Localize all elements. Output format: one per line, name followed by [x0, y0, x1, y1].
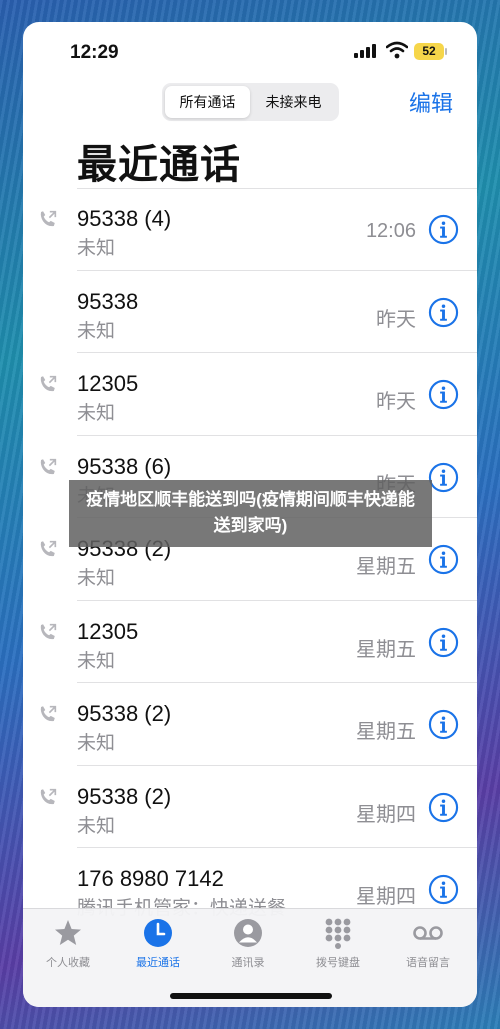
caption-text: 疫情地区顺丰能送到吗(疫情期间顺丰快递能送到家吗): [86, 490, 415, 535]
tab-voicemail[interactable]: 语音留言: [383, 917, 473, 970]
call-name: 95338 (2): [77, 783, 172, 809]
contacts-icon: [234, 919, 262, 947]
edit-button[interactable]: 编辑: [409, 86, 453, 118]
info-icon[interactable]: [428, 462, 459, 493]
segment-missed-calls[interactable]: 未接来电: [251, 86, 336, 118]
call-time: 星期四: [356, 886, 416, 908]
call-time: 星期五: [356, 721, 416, 743]
recent-calls-list: 95338 (4) 未知 12:06 95338 未知 昨天 12305 未知 …: [23, 188, 477, 931]
battery-icon: 52: [414, 43, 444, 60]
call-subtitle: 未知: [77, 568, 116, 589]
info-icon[interactable]: [428, 874, 459, 905]
call-time: 12:06: [365, 220, 416, 242]
battery-nub: [445, 48, 447, 55]
info-icon[interactable]: [428, 214, 459, 245]
keypad-icon: [325, 918, 351, 949]
outgoing-call-icon: [40, 458, 57, 474]
wifi-icon: [386, 41, 408, 59]
status-time: 12:29: [70, 42, 119, 63]
call-time: 昨天: [376, 391, 416, 413]
call-time: 星期五: [356, 638, 416, 661]
outgoing-call-icon: [40, 623, 57, 639]
call-subtitle: 未知: [77, 403, 116, 424]
call-row[interactable]: 95338 (2) 未知 星期五: [23, 683, 477, 766]
signal-icon: [354, 44, 376, 58]
call-row[interactable]: 95338 未知 昨天: [23, 271, 477, 353]
clock-icon: [144, 919, 172, 947]
caption-overlay: 疫情地区顺丰能送到吗(疫情期间顺丰快递能送到家吗): [69, 480, 432, 547]
call-row[interactable]: 12305 未知 星期五: [23, 601, 477, 683]
call-time: 昨天: [376, 308, 416, 331]
info-icon[interactable]: [428, 297, 459, 328]
call-row[interactable]: 95338 (4) 未知 12:06: [23, 188, 477, 271]
outgoing-call-icon: [40, 540, 57, 557]
call-subtitle: 未知: [77, 320, 116, 342]
call-name: 176 8980 7142: [77, 866, 224, 891]
tab-label: 语音留言: [406, 957, 450, 969]
call-time: 星期四: [356, 803, 416, 826]
tab-label: 个人收藏: [46, 957, 90, 969]
call-row[interactable]: 95338 (2) 未知 星期四: [23, 766, 477, 848]
call-name: 12305: [77, 618, 139, 644]
call-name: 95338 (2): [77, 701, 172, 726]
call-name: 95338: [77, 288, 139, 314]
call-name: 95338 (6): [77, 453, 172, 479]
star-icon: [55, 920, 81, 945]
info-icon[interactable]: [428, 709, 459, 740]
outgoing-call-icon: [40, 705, 57, 722]
segment-all-calls[interactable]: 所有通话: [165, 86, 250, 118]
info-icon[interactable]: [428, 792, 459, 823]
call-subtitle: 未知: [77, 650, 116, 672]
tab-label: 通讯录: [231, 957, 265, 969]
info-icon[interactable]: [428, 544, 459, 575]
status-bar: 12:29 52: [23, 22, 477, 82]
call-name: 12305: [77, 371, 139, 396]
home-indicator: [170, 993, 332, 999]
info-icon[interactable]: [428, 627, 459, 658]
call-row[interactable]: 12305 未知 昨天: [23, 353, 477, 436]
outgoing-call-icon: [40, 788, 57, 804]
call-time: 星期五: [356, 556, 416, 578]
voicemail-icon: [413, 926, 443, 940]
tab-label: 最近通话: [136, 957, 180, 969]
page-title: 最近通话: [77, 143, 241, 187]
tab-contacts[interactable]: 通讯录: [203, 917, 293, 970]
tab-keypad[interactable]: 拨号键盘: [293, 917, 383, 970]
call-subtitle: 未知: [77, 733, 116, 754]
tab-favorites[interactable]: 个人收藏: [23, 917, 113, 970]
tab-recents[interactable]: 最近通话: [113, 917, 203, 970]
outgoing-call-icon: [40, 375, 57, 392]
outgoing-call-icon: [40, 210, 57, 227]
info-icon[interactable]: [428, 379, 459, 410]
call-filter-segmented-control: 所有通话 未接来电: [162, 83, 339, 121]
tab-label: 拨号键盘: [316, 957, 360, 969]
call-subtitle: 未知: [77, 815, 116, 837]
call-subtitle: 未知: [77, 238, 116, 259]
call-name: 95338 (4): [77, 206, 172, 231]
